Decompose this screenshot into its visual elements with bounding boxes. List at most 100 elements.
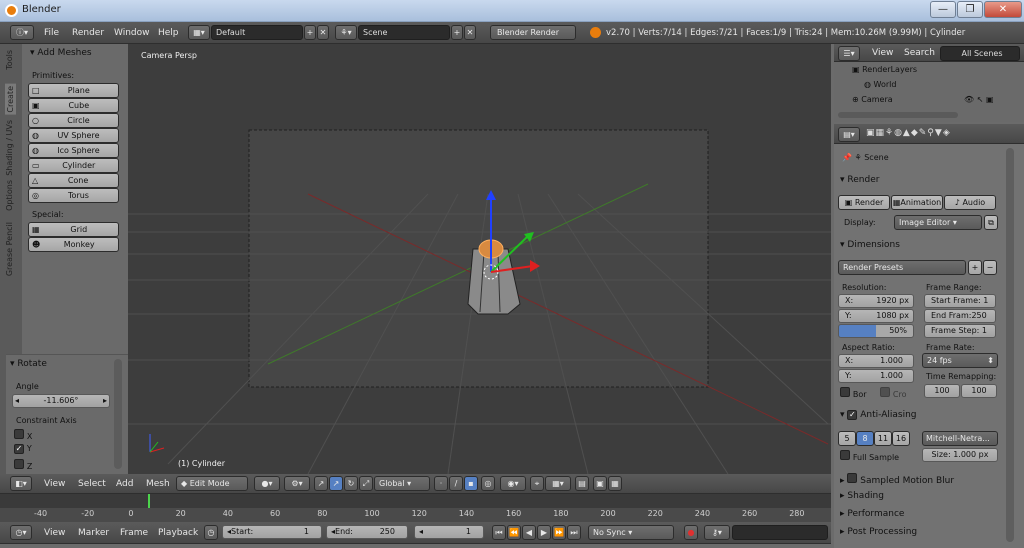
start-frame-field[interactable]: ◂Start: 1 — [222, 525, 322, 539]
scale-icon[interactable]: ⤢ — [359, 476, 373, 491]
snap-element-icon[interactable]: ▦▾ — [545, 476, 571, 491]
display-dropdown[interactable]: Image Editor ▾ — [894, 215, 982, 230]
add-uv-sphere-button[interactable]: ◍ UV Sphere — [28, 128, 119, 143]
add-scene-button[interactable]: + — [451, 25, 463, 40]
resolution-percentage-slider[interactable]: 50% — [838, 324, 914, 338]
monkey-button[interactable]: ☻ Monkey — [28, 237, 119, 252]
auto-key-icon[interactable]: ● — [684, 525, 698, 540]
performance-section-header[interactable]: ▸ Performance — [840, 509, 904, 519]
edge-select-icon[interactable]: / — [449, 476, 463, 491]
add-cylinder-button[interactable]: ▭ Cylinder — [28, 158, 119, 173]
aa-samples-11[interactable]: 11 — [874, 431, 892, 446]
aspect-x-field[interactable]: X: 1.000 — [838, 354, 914, 368]
outliner-item-renderlayers[interactable]: ▣ RenderLayers — [852, 65, 917, 74]
viewport-menu-add[interactable]: Add — [116, 479, 133, 489]
add-torus-button[interactable]: ◎ Torus — [28, 188, 119, 203]
scene-field[interactable]: Scene — [358, 25, 450, 40]
angle-field[interactable]: ◂ -11.606° ▸ — [12, 394, 110, 408]
remap-old-field[interactable]: 100 — [924, 384, 960, 398]
3d-viewport[interactable]: Camera Persp (1) Cylinder — [128, 44, 831, 474]
keying-set-icon[interactable]: ⚷▾ — [704, 525, 730, 540]
editor-type-timeline-icon[interactable]: ◷▾ — [10, 525, 32, 540]
outliner-menu-view[interactable]: View — [872, 48, 893, 58]
rotate-header[interactable]: ▾ Rotate — [10, 359, 47, 369]
outliner-item-camera[interactable]: ⊕ Camera — [852, 95, 893, 104]
anti-aliasing-section-header[interactable]: ▾ ✓ Anti-Aliasing — [840, 410, 917, 420]
outliner-item-world[interactable]: ◍ World — [864, 80, 896, 89]
play-reverse-icon[interactable]: ◀ — [522, 525, 536, 540]
preview-range-icon[interactable]: ◷ — [204, 525, 218, 540]
grid-button[interactable]: ▦ Grid — [28, 222, 119, 237]
rotate-icon[interactable]: ↻ — [344, 476, 358, 491]
outliner-menu-search[interactable]: Search — [904, 48, 935, 58]
render-animation-button[interactable]: ▦Animation — [891, 195, 943, 210]
resolution-x-field[interactable]: X: 1920 px — [838, 294, 914, 308]
add-preset-button[interactable]: + — [968, 260, 982, 275]
axis-x-checkbox[interactable]: X — [14, 429, 32, 442]
end-frame-prop-field[interactable]: End Fram:250 — [924, 309, 996, 323]
menu-window[interactable]: Window — [114, 28, 150, 38]
shading-section-header[interactable]: ▸ Shading — [840, 491, 884, 501]
keying-set-field[interactable] — [732, 525, 828, 540]
add-layout-button[interactable]: + — [304, 25, 316, 40]
remove-layout-button[interactable]: ✕ — [317, 25, 329, 40]
screen-layout-icon[interactable]: ▦▾ — [188, 25, 210, 40]
playhead-marker[interactable] — [148, 494, 150, 508]
editor-type-properties-icon[interactable]: ▤▾ — [838, 127, 860, 142]
render-audio-button[interactable]: ♪ Audio — [944, 195, 996, 210]
viewport-menu-view[interactable]: View — [44, 479, 65, 489]
crop-checkbox[interactable]: Cro — [880, 387, 906, 400]
pivot-dropdown-icon[interactable]: ⚙▾ — [284, 476, 310, 491]
tab-create[interactable]: Create — [5, 84, 16, 115]
outliner-filter-dropdown[interactable]: All Scenes — [940, 46, 1020, 61]
full-sample-checkbox[interactable]: Full Sample — [840, 450, 899, 463]
jump-key-back-icon[interactable]: ⏪ — [507, 525, 521, 540]
proportional-edit-icon[interactable]: ◉▾ — [500, 476, 526, 491]
aa-samples-8[interactable]: 8 — [856, 431, 874, 446]
border-checkbox[interactable]: Bor — [840, 387, 867, 400]
jump-end-icon[interactable]: ⏭ — [567, 525, 581, 540]
jump-key-forward-icon[interactable]: ⏩ — [552, 525, 566, 540]
minimize-button[interactable]: — — [930, 1, 956, 18]
aspect-y-field[interactable]: Y: 1.000 — [838, 369, 914, 383]
layout-field[interactable]: Default — [211, 25, 303, 40]
aa-filter-dropdown[interactable]: Mitchell-Netra... — [922, 431, 998, 446]
maximize-button[interactable]: ❐ — [957, 1, 983, 18]
jump-start-icon[interactable]: ⏮ — [492, 525, 506, 540]
timeline-menu-frame[interactable]: Frame — [120, 528, 148, 538]
properties-context-tabs[interactable]: ▣▦⚘◍▲◆✎⚲▼◈ — [866, 128, 951, 138]
motion-blur-section-header[interactable]: ▸ Sampled Motion Blur — [840, 473, 954, 486]
orientation-dropdown[interactable]: Global ▾ — [374, 476, 430, 491]
dimensions-section-header[interactable]: ▾ Dimensions — [840, 240, 900, 250]
sync-dropdown[interactable]: No Sync ▾ — [588, 525, 674, 540]
editor-type-outliner-icon[interactable]: ☰▾ — [838, 46, 860, 61]
render-section-header[interactable]: ▾ Render — [840, 175, 879, 185]
menu-render[interactable]: Render — [72, 28, 104, 38]
axis-y-checkbox[interactable]: ✓ Y — [14, 444, 32, 454]
shading-dropdown-icon[interactable]: ●▾ — [254, 476, 280, 491]
layers-icon[interactable]: ▤ — [575, 476, 589, 491]
occlude-icon[interactable]: ◎ — [481, 476, 495, 491]
frame-rate-dropdown[interactable]: 24 fps ⬍ — [922, 353, 998, 368]
add-cone-button[interactable]: △ Cone — [28, 173, 119, 188]
menu-file[interactable]: File — [44, 28, 59, 38]
render-engine-dropdown[interactable]: Blender Render — [490, 25, 576, 40]
snap-toggle-icon[interactable]: ⌖ — [530, 476, 544, 491]
aa-samples-5[interactable]: 5 — [838, 431, 856, 446]
operator-scrollbar[interactable] — [114, 359, 122, 469]
manipulator-toggle-icon[interactable]: ↗ — [314, 476, 328, 491]
viewport-menu-mesh[interactable]: Mesh — [146, 479, 170, 489]
face-select-icon[interactable]: ▪ — [464, 476, 478, 491]
end-frame-field[interactable]: ◂End: 250 — [326, 525, 408, 539]
properties-scrollbar[interactable] — [1006, 148, 1014, 542]
outliner-scrollbar[interactable] — [838, 112, 958, 118]
close-button[interactable]: ✕ — [984, 1, 1022, 18]
tab-grease-pencil[interactable]: Grease Pencil — [5, 222, 14, 276]
add-plane-button[interactable]: □ Plane — [28, 83, 119, 98]
remove-preset-button[interactable]: − — [983, 260, 997, 275]
aa-size-field[interactable]: Size: 1.000 px — [922, 448, 998, 462]
visibility-eye-icon[interactable]: 👁 ↖ ▣ — [964, 95, 994, 104]
timeline-menu-playback[interactable]: Playback — [158, 528, 198, 538]
translate-icon[interactable]: ↗ — [329, 476, 343, 491]
remove-scene-button[interactable]: ✕ — [464, 25, 476, 40]
